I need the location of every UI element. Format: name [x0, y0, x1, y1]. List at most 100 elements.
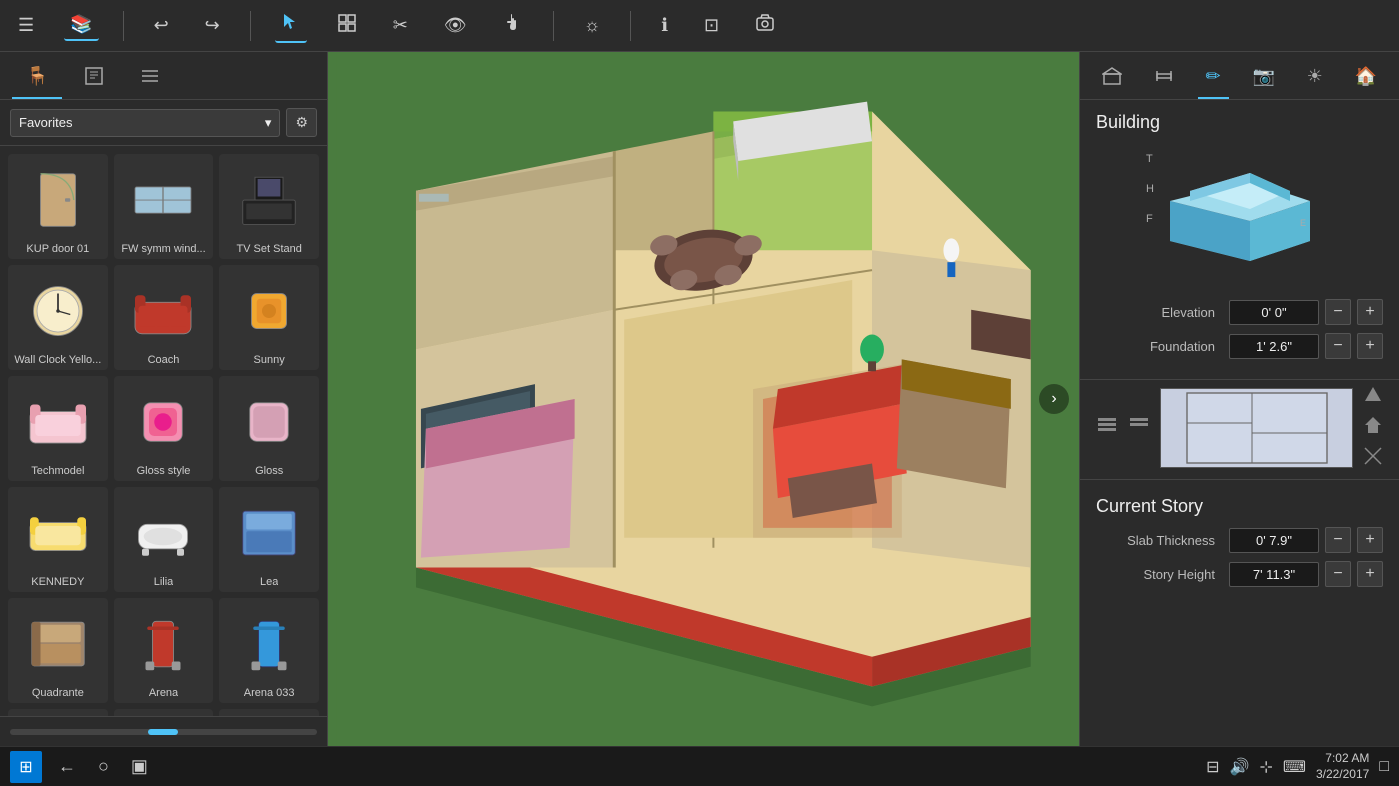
furniture-label: Coach	[148, 354, 180, 366]
list-item[interactable]: KUP door 01	[8, 154, 108, 259]
story-controls	[1080, 379, 1399, 475]
story-grid-icon[interactable]	[1363, 446, 1383, 471]
building-section: Building T H F	[1080, 100, 1399, 287]
story-control-1[interactable]	[1096, 414, 1118, 442]
list-item[interactable]	[219, 709, 319, 716]
foundation-row: Foundation − +	[1096, 333, 1383, 359]
furniture-thumb	[229, 271, 309, 351]
hand-icon[interactable]	[497, 9, 529, 42]
tab-pencil[interactable]: ✏	[1198, 60, 1229, 99]
foundation-input[interactable]	[1229, 334, 1319, 359]
furniture-grid: KUP door 01 FW symm wind...	[0, 146, 327, 716]
furniture-label: Techmodel	[31, 465, 84, 477]
multitask-button[interactable]: ▣	[125, 752, 154, 781]
tab-light[interactable]: ☀	[1299, 60, 1331, 99]
search-button[interactable]: ○	[92, 752, 115, 781]
furniture-thumb	[18, 382, 98, 462]
resize-icon[interactable]: ⊡	[698, 11, 725, 40]
list-item[interactable]: Coach	[114, 265, 214, 370]
furniture-label: FW symm wind...	[121, 243, 205, 255]
library-icon[interactable]: 📚	[64, 10, 98, 41]
list-item[interactable]: Lea	[219, 487, 319, 592]
tab-measure[interactable]	[1146, 60, 1182, 99]
redo-icon[interactable]: ↪	[199, 11, 226, 40]
level-t: T	[1146, 153, 1154, 165]
story-house-icon[interactable]	[1363, 415, 1383, 440]
list-item[interactable]: Gloss style	[114, 376, 214, 481]
story-up-icon[interactable]	[1363, 384, 1383, 409]
volume-icon[interactable]: 🔊	[1230, 757, 1250, 777]
current-story-section: Current Story Slab Thickness − + Story H…	[1080, 484, 1399, 607]
furniture-label: Arena	[149, 687, 178, 699]
notification-icon[interactable]: □	[1379, 758, 1389, 776]
list-item[interactable]: Techmodel	[8, 376, 108, 481]
list-item[interactable]: Sunny	[219, 265, 319, 370]
slab-thickness-label: Slab Thickness	[1096, 533, 1223, 548]
list-item[interactable]	[8, 709, 108, 716]
keyboard-icon[interactable]: ⌨	[1283, 757, 1306, 777]
left-panel: 🪑 Favorites ▾ ⚙	[0, 52, 328, 746]
back-button[interactable]: ←	[52, 752, 82, 781]
tab-furniture[interactable]: 🪑	[12, 60, 62, 99]
list-item[interactable]: TV Set Stand	[219, 154, 319, 259]
story-side-controls	[1363, 384, 1383, 471]
story-height-decrease-button[interactable]: −	[1325, 561, 1351, 587]
scroll-thumb[interactable]	[148, 729, 178, 735]
list-item[interactable]: FW symm wind...	[114, 154, 214, 259]
camera-top-icon[interactable]	[749, 9, 781, 42]
list-item[interactable]: Arena 033	[219, 598, 319, 703]
list-item[interactable]: Gloss	[219, 376, 319, 481]
start-button[interactable]: ⊞	[10, 751, 42, 783]
list-item[interactable]: Wall Clock Yello...	[8, 265, 108, 370]
story-control-2[interactable]	[1128, 414, 1150, 442]
list-item[interactable]: Arena	[114, 598, 214, 703]
tab-draw[interactable]	[70, 60, 118, 99]
canvas-area[interactable]: ›	[328, 52, 1079, 746]
furniture-thumb	[123, 493, 203, 573]
tab-home[interactable]: 🏠	[1347, 60, 1385, 99]
furniture-label: Gloss	[255, 465, 283, 477]
story-height-input[interactable]	[1229, 562, 1319, 587]
dropdown-label: Favorites	[19, 115, 72, 130]
settings-sun-icon[interactable]: ☼	[578, 11, 607, 40]
tab-list[interactable]	[126, 60, 174, 99]
list-item[interactable]	[114, 709, 214, 716]
group-icon[interactable]	[331, 9, 363, 42]
slab-thickness-input[interactable]	[1229, 528, 1319, 553]
scissors-icon[interactable]: ✂	[387, 11, 414, 40]
furniture-thumb	[18, 271, 98, 351]
panel-settings-button[interactable]: ⚙	[286, 108, 317, 137]
elevation-input[interactable]	[1229, 300, 1319, 325]
top-toolbar: ☰ 📚 ↩ ↪ ✂ 👁 ☼ ℹ ⊡	[0, 0, 1399, 52]
undo-icon[interactable]: ↩	[148, 11, 175, 40]
foundation-label: Foundation	[1096, 339, 1223, 354]
current-story-title: Current Story	[1096, 496, 1383, 517]
list-item[interactable]: Quadrante	[8, 598, 108, 703]
list-item[interactable]: KENNEDY	[8, 487, 108, 592]
foundation-decrease-button[interactable]: −	[1325, 333, 1351, 359]
info-icon[interactable]: ℹ	[655, 11, 674, 40]
foundation-increase-button[interactable]: +	[1357, 333, 1383, 359]
story-height-row: Story Height − +	[1096, 561, 1383, 587]
menu-icon[interactable]: ☰	[12, 11, 40, 40]
eye-icon[interactable]: 👁	[438, 11, 473, 40]
elevation-increase-button[interactable]: +	[1357, 299, 1383, 325]
slab-decrease-button[interactable]: −	[1325, 527, 1351, 553]
level-h: H	[1146, 183, 1154, 195]
clock-date: 3/22/2017	[1316, 767, 1369, 783]
tab-build[interactable]	[1094, 60, 1130, 99]
network-icon[interactable]: ⊹	[1259, 757, 1272, 777]
scroll-track[interactable]	[10, 729, 317, 735]
story-height-increase-button[interactable]: +	[1357, 561, 1383, 587]
building-preview: T H F	[1096, 143, 1383, 275]
list-item[interactable]: Lilia	[114, 487, 214, 592]
furniture-label: Sunny	[254, 354, 285, 366]
select-icon[interactable]	[275, 8, 307, 43]
furniture-thumb	[18, 604, 98, 684]
tablet-icon[interactable]: ⊟	[1206, 757, 1219, 777]
tab-camera[interactable]: 📷	[1244, 60, 1282, 99]
category-dropdown[interactable]: Favorites ▾	[10, 109, 280, 137]
elevation-decrease-button[interactable]: −	[1325, 299, 1351, 325]
slab-increase-button[interactable]: +	[1357, 527, 1383, 553]
canvas-expand-button[interactable]: ›	[1039, 384, 1069, 414]
